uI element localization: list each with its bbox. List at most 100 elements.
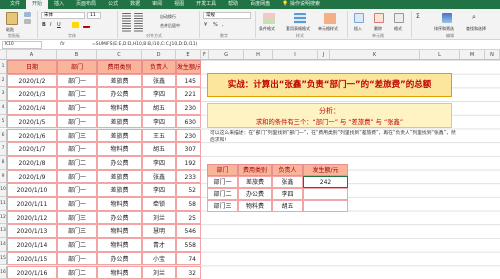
result-value-cell[interactable] (303, 188, 348, 200)
font-size-select[interactable]: 11 (87, 12, 101, 19)
table-cell[interactable]: 部门二 (57, 238, 97, 252)
column-header-b[interactable]: B (57, 50, 97, 60)
merge-center-button[interactable]: 合并后居中 (160, 23, 180, 29)
percent-icon[interactable]: % (213, 22, 218, 28)
result-criteria-cell[interactable]: 差旅费 (238, 176, 272, 188)
autosum-icon[interactable]: Σ (416, 13, 420, 20)
table-cell[interactable]: 物料费 (97, 197, 142, 211)
table-cell[interactable]: 2020/1/4 (7, 101, 57, 115)
tab-review[interactable]: 审阅 (146, 0, 168, 9)
table-cell[interactable]: 物料费 (97, 266, 142, 279)
table-cell[interactable]: 部门一 (57, 183, 97, 197)
column-header-n[interactable]: N (485, 50, 500, 60)
table-cell[interactable]: 221 (176, 87, 201, 101)
result-criteria-cell[interactable]: 部门三 (207, 200, 238, 212)
tab-data[interactable]: 数据 (124, 0, 146, 9)
result-criteria-cell[interactable]: 胡五 (272, 200, 303, 212)
table-cell[interactable]: 物料费 (97, 142, 142, 156)
select-all-corner[interactable] (0, 50, 7, 60)
table-cell[interactable]: 差旅费 (97, 170, 142, 184)
row-header-11[interactable]: 11 (0, 197, 7, 211)
table-header-cell[interactable]: 费用类别 (97, 60, 142, 74)
result-criteria-cell[interactable]: 张鑫 (272, 176, 303, 188)
tab-developer[interactable]: 开发工具 (190, 0, 222, 9)
table-cell[interactable]: 部门一 (57, 115, 97, 129)
wrap-text-button[interactable]: 自动换行 (160, 14, 176, 20)
table-cell[interactable]: 2020/1/3 (7, 87, 57, 101)
table-cell[interactable]: 2020/1/15 (7, 252, 57, 266)
table-cell[interactable]: 2020/1/11 (7, 197, 57, 211)
tab-help[interactable]: 帮助 (222, 0, 244, 9)
table-cell[interactable]: 物料费 (97, 101, 142, 115)
table-cell[interactable]: 230 (176, 101, 201, 115)
table-cell[interactable]: 办公费 (97, 252, 142, 266)
tab-view[interactable]: 视图 (168, 0, 190, 9)
row-header-8[interactable]: 8 (0, 156, 7, 170)
table-cell[interactable]: 74 (176, 252, 201, 266)
column-header-h[interactable]: H (244, 50, 273, 60)
table-cell[interactable]: 部门一 (57, 252, 97, 266)
table-header-cell[interactable]: 部门 (57, 60, 97, 74)
table-cell[interactable]: 145 (176, 74, 201, 88)
table-cell[interactable]: 差旅费 (97, 74, 142, 88)
table-header-cell[interactable]: 负责人 (142, 60, 176, 74)
formula-input[interactable]: =SUMIFS(E:E,D:D,H10,B:B,I10,C:C,J10,D:D,… (92, 41, 197, 49)
result-header-cell[interactable]: 部门 (207, 164, 238, 176)
table-cell[interactable]: 王五 (142, 129, 176, 143)
column-header-j[interactable]: J (318, 50, 330, 60)
row-header-6[interactable]: 6 (0, 129, 7, 143)
fill-color-icon[interactable] (72, 22, 79, 28)
table-cell[interactable]: 58 (176, 197, 201, 211)
format-cells-icon[interactable] (394, 13, 404, 23)
column-header-d[interactable]: D (142, 50, 176, 60)
row-header-16[interactable]: 16 (0, 266, 7, 279)
tab-baidu[interactable]: 百度网盘 (244, 0, 276, 9)
column-header-l[interactable]: L (420, 50, 460, 60)
currency-icon[interactable]: ¥ (204, 22, 207, 28)
result-criteria-cell[interactable]: 部门一 (207, 176, 238, 188)
column-header-g[interactable]: G (209, 50, 244, 60)
table-cell[interactable]: 部门一 (57, 101, 97, 115)
table-header-cell[interactable]: 日期 (7, 60, 57, 74)
table-cell[interactable]: 胡五 (142, 142, 176, 156)
result-header-cell[interactable]: 费用类别 (238, 164, 272, 176)
align-top-icon[interactable] (122, 13, 131, 22)
table-cell[interactable]: 差旅费 (97, 129, 142, 143)
table-cell[interactable]: 2020/1/12 (7, 211, 57, 225)
table-cell[interactable]: 233 (176, 170, 201, 184)
table-format-icon[interactable] (294, 13, 306, 24)
tab-home[interactable]: 开始 (26, 0, 48, 9)
row-header-14[interactable]: 14 (0, 238, 7, 252)
table-cell[interactable]: 2020/1/6 (7, 129, 57, 143)
table-cell[interactable]: 张鑫 (142, 170, 176, 184)
table-cell[interactable]: 物料费 (97, 238, 142, 252)
name-box[interactable]: K10 (2, 41, 42, 49)
row-header-10[interactable]: 10 (0, 183, 7, 197)
cell-style-icon[interactable] (324, 13, 336, 24)
copy-icon[interactable] (24, 19, 31, 24)
table-cell[interactable]: 刘兰 (142, 211, 176, 225)
row-header-2[interactable]: 2 (0, 74, 7, 88)
table-cell[interactable]: 李四 (142, 115, 176, 129)
table-cell[interactable]: 李四 (142, 183, 176, 197)
tab-page-layout[interactable]: 页面布局 (70, 0, 102, 9)
paste-icon[interactable] (6, 12, 18, 25)
column-header-f[interactable]: F (201, 50, 209, 60)
table-cell[interactable]: 630 (176, 115, 201, 129)
table-cell[interactable]: 差旅费 (97, 115, 142, 129)
table-cell[interactable]: 230 (176, 129, 201, 143)
table-cell[interactable]: 青才 (142, 238, 176, 252)
table-cell[interactable]: 2020/1/9 (7, 170, 57, 184)
table-cell[interactable]: 25 (176, 211, 201, 225)
table-cell[interactable]: 2020/1/7 (7, 142, 57, 156)
tab-insert[interactable]: 插入 (48, 0, 70, 9)
font-color-icon[interactable] (83, 22, 90, 28)
table-cell[interactable]: 胡五 (142, 101, 176, 115)
table-cell[interactable]: 2020/1/13 (7, 224, 57, 238)
result-header-cell[interactable]: 发生额/元 (303, 164, 348, 176)
table-cell[interactable]: 2020/1/5 (7, 115, 57, 129)
column-header-i[interactable]: I (273, 50, 318, 60)
column-header-m[interactable]: M (460, 50, 485, 60)
table-cell[interactable]: 部门二 (57, 87, 97, 101)
table-cell[interactable]: 部门三 (57, 129, 97, 143)
